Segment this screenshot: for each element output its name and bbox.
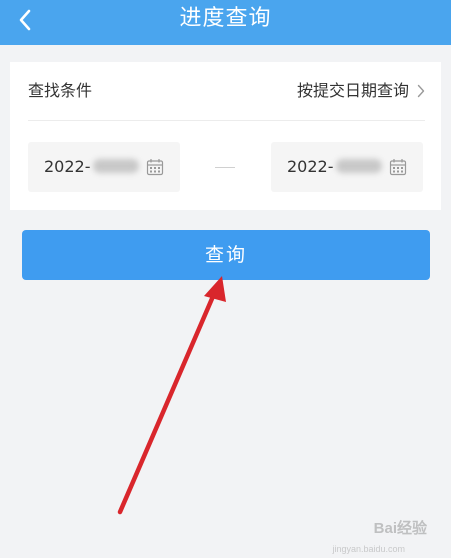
- calendar-icon: [389, 159, 407, 176]
- condition-value: 按提交日期查询: [296, 81, 409, 100]
- end-date-value: 2022-: [287, 157, 382, 177]
- condition-selector[interactable]: 按提交日期查询: [297, 81, 425, 101]
- search-card: 查找条件 按提交日期查询 2022- 2022-: [10, 62, 441, 210]
- baidu-jingyan-watermark: Bai经验: [373, 520, 427, 537]
- top-bar: 进度查询: [0, 0, 451, 45]
- chevron-right-icon: [417, 84, 425, 98]
- divider: [28, 120, 425, 121]
- watermark-url: jingyan.baidu.com: [332, 544, 405, 554]
- end-date-field[interactable]: 2022-: [271, 142, 423, 192]
- start-date-value: 2022-: [44, 157, 139, 177]
- page-title: 进度查询: [179, 6, 272, 31]
- blurred-text: [92, 159, 139, 173]
- query-button[interactable]: 查询: [22, 230, 430, 280]
- calendar-icon: [146, 159, 164, 176]
- search-condition-row[interactable]: 查找条件 按提交日期查询: [10, 62, 441, 120]
- condition-label: 查找条件: [28, 81, 93, 100]
- date-range-separator: [215, 167, 235, 168]
- start-date-field[interactable]: 2022-: [28, 142, 180, 192]
- blurred-text: [335, 159, 382, 173]
- app-screen: 进度查询 查找条件 按提交日期查询 2022- 2022- 查询 Bai经验 j…: [0, 0, 451, 558]
